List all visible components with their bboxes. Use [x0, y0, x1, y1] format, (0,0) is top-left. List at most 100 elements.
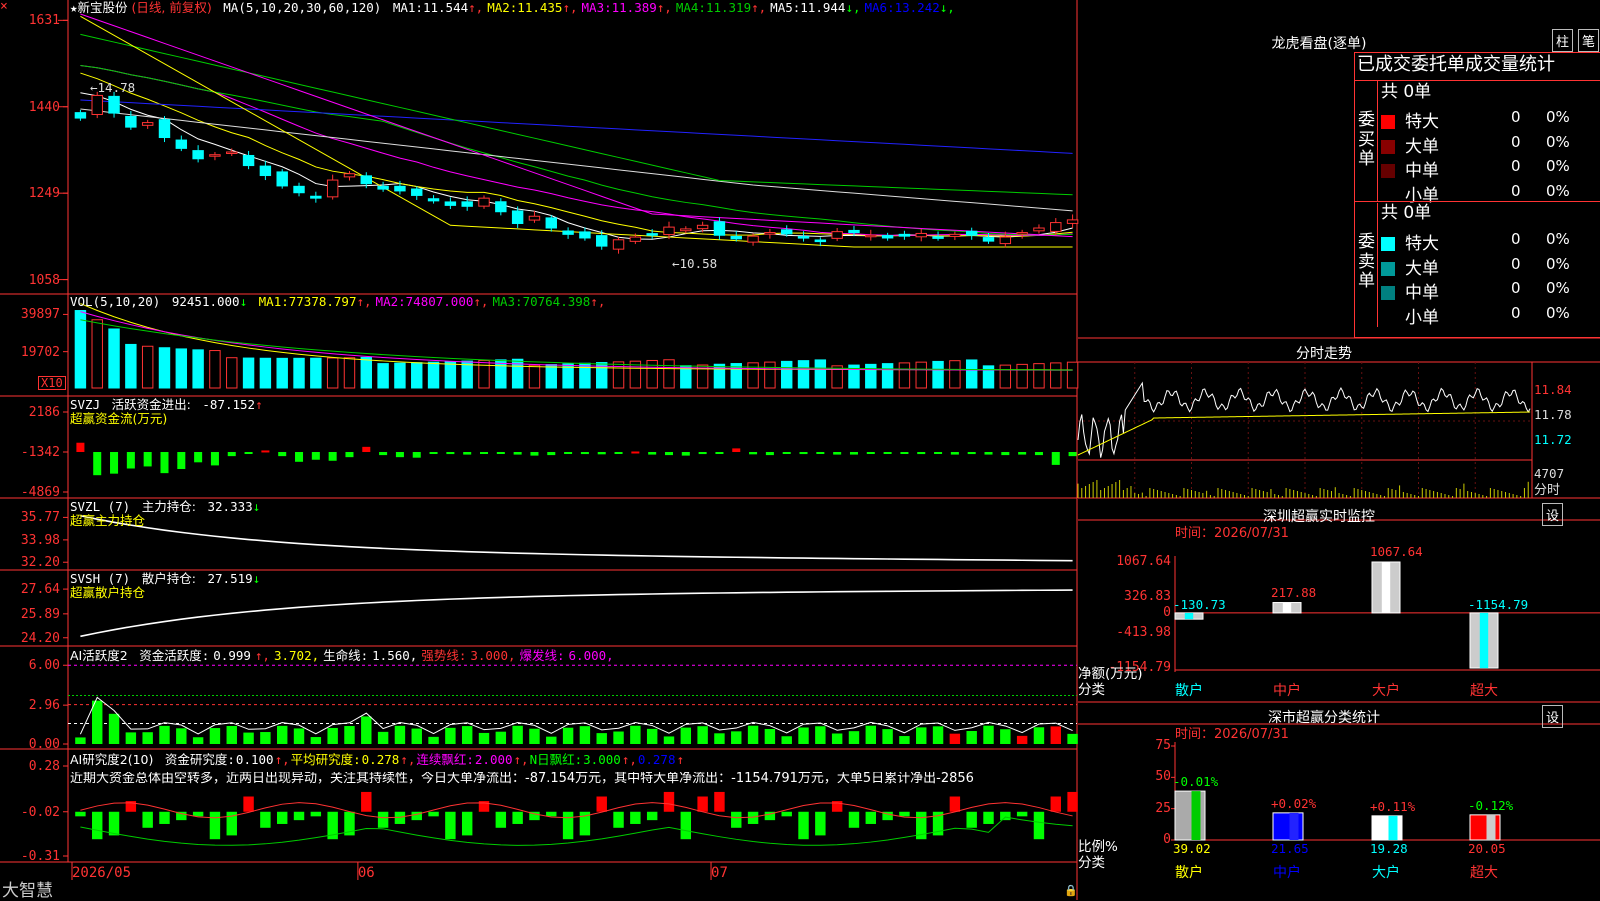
volume-bar — [394, 362, 406, 389]
candle-body — [175, 139, 188, 149]
research-bar — [815, 811, 826, 836]
volume-bar — [898, 362, 911, 389]
ma-arrow: ↓, — [939, 0, 955, 15]
classify-settings-button[interactable]: 设 — [1542, 705, 1564, 728]
lhb-row-count: 0 — [1511, 108, 1521, 126]
ai-active-item: 6.000, — [568, 648, 614, 663]
monitor-category: 大户 — [1372, 683, 1400, 699]
activity-bar — [529, 728, 540, 744]
intraday-vol-label: 分时 — [1534, 483, 1561, 498]
activity-bar — [108, 713, 120, 744]
ai-active-item: 资金活跃度: — [139, 648, 210, 663]
ma-name: MA3: — [581, 0, 612, 15]
svzl-subtitle: 超赢主力持仓 — [70, 513, 146, 528]
flow-bar — [715, 452, 724, 455]
monitor-category: 超大 — [1470, 683, 1498, 699]
activity-bar — [293, 728, 305, 744]
ai-research-item: 2.000 — [474, 752, 513, 767]
candle-body — [310, 195, 322, 199]
classify-category: 超大 — [1470, 865, 1498, 881]
flow-bar — [177, 452, 186, 470]
flow-bar — [278, 452, 287, 457]
lhb-row: 大单 0 0% — [1381, 132, 1600, 157]
lhb-stats-box: 已成交委托单成交量统计 委买单 共 0单 特大 0 0% 大单 0 0% 中单 0 0% 小单 0 0… — [1354, 52, 1600, 338]
candle-body — [1033, 227, 1045, 232]
research-bar — [142, 811, 153, 828]
y-tick: 1631 — [28, 13, 60, 29]
ma-indicator-label: MA(5,10,20,30,60,120) — [223, 0, 382, 15]
volume-bar — [1033, 363, 1045, 389]
brand-logo: 大智慧 — [2, 881, 53, 901]
activity-bar — [92, 700, 103, 744]
bar-mode-button[interactable]: 柱 — [1552, 29, 1574, 52]
right-panel: 龙虎看盘(逐单) 柱 笔 已成交委托单成交量统计 委买单 共 0单 特大 0 0% 大… — [1078, 0, 1600, 900]
candle-body — [91, 94, 103, 115]
flow-bar — [950, 452, 959, 455]
flow-bar — [429, 452, 438, 455]
research-bar — [445, 811, 456, 840]
candle-body — [797, 236, 810, 239]
lhb-row-pct: 0% — [1546, 181, 1570, 200]
classify-value-label: 20.05 — [1468, 841, 1506, 856]
flow-bar — [648, 452, 657, 455]
flow-bar — [446, 452, 455, 455]
lhb-row-pct: 0% — [1546, 230, 1570, 248]
lhb-row-label: 小单 — [1405, 307, 1439, 328]
svzl-value: 32.333 — [207, 499, 253, 514]
activity-bar — [142, 732, 153, 744]
vol-ma-values: MA1:77378.797↑, MA2:74807.000↑, MA3:70764.… — [259, 294, 610, 309]
classify-change-label: +0.02% — [1271, 795, 1317, 811]
high-price-marker: ←14.78 — [90, 80, 136, 95]
y-tick: 25.89 — [20, 606, 60, 622]
activity-bar — [209, 728, 221, 744]
candle-body — [394, 185, 406, 192]
flow-bar — [345, 452, 354, 458]
lock-icon[interactable]: 🔒 — [1064, 885, 1078, 896]
activity-bar — [327, 727, 338, 744]
flow-bar — [849, 452, 858, 455]
research-bar — [1016, 811, 1028, 817]
research-bar — [848, 811, 860, 828]
candle-body — [293, 185, 305, 194]
monitor-settings-button[interactable]: 设 — [1542, 503, 1564, 526]
activity-bar — [949, 733, 961, 744]
candle-body — [478, 197, 490, 207]
research-bar — [512, 811, 523, 824]
classify-change-label: -0.01% — [1173, 774, 1219, 790]
activity-bar — [1033, 727, 1045, 744]
vol-ma-arrow: ↑, — [590, 294, 606, 309]
research-bar — [697, 796, 708, 812]
y-tick: 24.20 — [20, 630, 60, 646]
volume-bar — [663, 359, 675, 389]
candle-body — [108, 95, 120, 114]
candle-body — [259, 165, 272, 177]
research-bar — [1033, 811, 1045, 840]
ma-value: 11.435 — [517, 0, 563, 15]
tick-mode-button[interactable]: 笔 — [1578, 29, 1600, 52]
vol-ma-value: 74807.000 — [405, 294, 474, 309]
candle-body — [1066, 219, 1079, 224]
candle-body — [965, 230, 978, 236]
activity-bar — [630, 725, 641, 744]
ai-research-item: N日飘红: — [529, 752, 583, 767]
ai-active-item: 生命线: — [323, 648, 369, 663]
monitor-y-tick: -413.98 — [1116, 624, 1171, 640]
candle-body — [932, 236, 944, 239]
ma-value: 11.544 — [422, 0, 469, 15]
research-bar — [209, 811, 221, 840]
ai-active-header: AI活跃度2 资金活跃度: 0.999 ↑, 3.702, 生命线: 1.560, 强势线:… — [70, 648, 622, 663]
lhb-row: 大单 0 0% — [1381, 254, 1600, 279]
sell-side-label: 委卖单 — [1358, 232, 1375, 292]
svsh-title: 散户持仓: — [141, 571, 196, 586]
activity-bar — [882, 729, 893, 744]
volume-bar — [965, 359, 978, 389]
flow-bar — [311, 452, 320, 460]
candle-body — [125, 115, 137, 128]
close-icon[interactable]: × — [0, 0, 8, 13]
research-bar — [293, 811, 305, 821]
lhb-row-count: 0 — [1511, 181, 1521, 200]
low-price-marker: ←10.58 — [672, 256, 718, 271]
research-bar — [966, 811, 977, 828]
candle-body — [158, 119, 171, 139]
candle-body — [646, 233, 658, 236]
